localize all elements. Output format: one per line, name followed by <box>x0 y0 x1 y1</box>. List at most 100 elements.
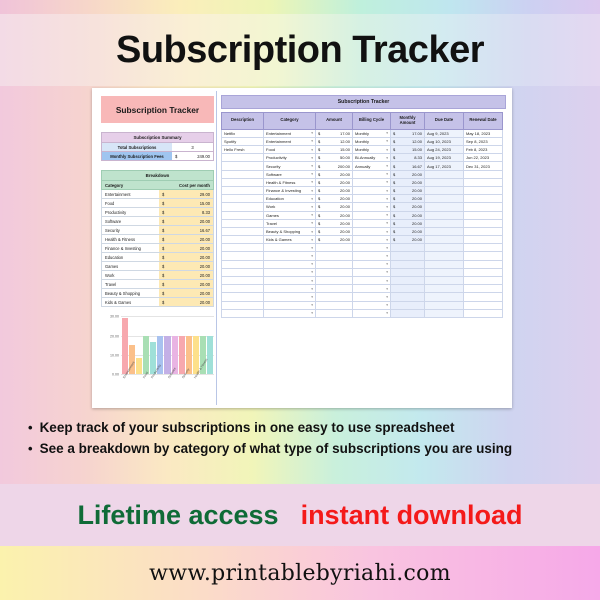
chevron-down-icon[interactable]: ▾ <box>311 270 313 274</box>
currency-symbol: $ <box>393 237 396 243</box>
col-monthly-amount: Monthly Amount <box>390 112 425 130</box>
chevron-down-icon[interactable]: ▾ <box>311 164 313 168</box>
chevron-down-icon[interactable]: ▾ <box>386 221 388 225</box>
amount-value: 20.00 <box>339 204 350 210</box>
chevron-down-icon[interactable]: ▾ <box>311 205 313 209</box>
chevron-down-icon[interactable]: ▾ <box>311 156 313 160</box>
currency-symbol: $ <box>393 179 396 185</box>
breakdown-bar-chart: 0.00 10.00 20.00 30.00 Entertainment Food Pro… <box>101 314 329 410</box>
cell-description <box>221 276 264 286</box>
chevron-down-icon[interactable]: ▾ <box>386 180 388 184</box>
chevron-down-icon[interactable]: ▾ <box>386 156 388 160</box>
cell-due-date <box>424 308 464 318</box>
chevron-down-icon[interactable]: ▾ <box>311 221 313 225</box>
table-row: Security ▾ $200.00 Annually ▾ $16.67 Aug 17, 2… <box>221 161 503 171</box>
chevron-down-icon[interactable]: ▾ <box>311 131 313 135</box>
chevron-down-icon[interactable]: ▾ <box>386 246 388 250</box>
cell-renewal-date <box>463 169 503 179</box>
cell-amount <box>315 284 353 294</box>
cell-description <box>221 202 264 212</box>
cost-value: 20.00 <box>199 290 210 296</box>
chevron-down-icon[interactable]: ▾ <box>311 180 313 184</box>
chevron-down-icon[interactable]: ▾ <box>311 279 313 283</box>
chevron-down-icon[interactable]: ▾ <box>386 139 388 143</box>
currency-symbol: $ <box>162 263 165 269</box>
breakdown-header-row: Category Cost per month <box>101 181 214 191</box>
chevron-down-icon[interactable]: ▾ <box>386 311 388 315</box>
chevron-down-icon[interactable]: ▾ <box>311 172 313 176</box>
chevron-down-icon[interactable]: ▾ <box>386 230 388 234</box>
chevron-down-icon[interactable]: ▾ <box>311 238 313 242</box>
chevron-down-icon[interactable]: ▾ <box>386 238 388 242</box>
chevron-down-icon[interactable]: ▾ <box>311 246 313 250</box>
chevron-down-icon[interactable]: ▾ <box>311 254 313 258</box>
breakdown-row: Finance & Investing $20.00 <box>101 244 214 254</box>
chevron-down-icon[interactable]: ▾ <box>386 205 388 209</box>
chevron-down-icon[interactable]: ▾ <box>311 139 313 143</box>
amount-value: 17.00 <box>339 130 350 136</box>
chevron-down-icon[interactable]: ▾ <box>311 262 313 266</box>
currency-symbol: $ <box>318 204 321 210</box>
cell-billing-cycle: ▾ <box>352 218 391 228</box>
currency-symbol: $ <box>393 229 396 234</box>
summary-row-total: Total Subscriptions 3 <box>101 143 214 152</box>
cell-category: Finance & Investing ▾ <box>263 185 316 196</box>
chevron-down-icon[interactable]: ▾ <box>386 131 388 135</box>
cell-due-date <box>424 259 464 269</box>
chevron-down-icon[interactable]: ▾ <box>311 303 313 307</box>
cell-description <box>221 267 264 278</box>
chevron-down-icon[interactable]: ▾ <box>386 148 388 152</box>
table-row: Finance & Investing ▾ $20.00 ▾ $20.00 <box>221 185 503 196</box>
cell-category: Travel ▾ <box>263 218 316 228</box>
cell-description <box>221 194 264 204</box>
chevron-down-icon[interactable]: ▾ <box>386 164 388 168</box>
currency-symbol: $ <box>162 254 165 260</box>
cell-billing-cycle: ▾ <box>352 243 391 253</box>
breakdown-cell-cost: $20.00 <box>159 271 213 280</box>
chevron-down-icon[interactable]: ▾ <box>311 148 313 152</box>
cell-renewal-date <box>463 292 503 302</box>
cell-category: ▾ <box>263 300 316 310</box>
col-amount: Amount <box>315 112 353 130</box>
breakdown-cell-cost: $20.00 <box>159 262 213 271</box>
chevron-down-icon[interactable]: ▾ <box>386 197 388 201</box>
chevron-down-icon[interactable]: ▾ <box>311 230 313 234</box>
breakdown-cell-cost: $15.00 <box>159 199 213 208</box>
chevron-down-icon[interactable]: ▾ <box>311 189 313 193</box>
currency-symbol: $ <box>162 245 165 251</box>
amount-value: 8.33 <box>414 155 422 161</box>
chevron-down-icon[interactable]: ▾ <box>386 262 388 266</box>
cell-due-date <box>424 226 464 237</box>
chevron-down-icon[interactable]: ▾ <box>386 254 388 258</box>
cell-renewal-date <box>463 276 503 286</box>
table-row: Work ▾ $20.00 ▾ $20.00 <box>221 202 503 212</box>
cell-billing-cycle: ▾ <box>352 202 391 212</box>
website-url: www.printablebyriahi.com <box>149 560 451 586</box>
cell-billing-cycle: ▾ <box>352 267 391 278</box>
chevron-down-icon[interactable]: ▾ <box>311 287 313 291</box>
summary-value-fees: $ 249.00 <box>172 152 213 160</box>
chevron-down-icon[interactable]: ▾ <box>311 311 313 315</box>
breakdown-cell-cost: $20.00 <box>159 298 213 307</box>
cell-due-date: Aug 24, 2023 <box>424 145 464 155</box>
chevron-down-icon[interactable]: ▾ <box>386 303 388 307</box>
col-renewal-date: Renewal Date <box>463 112 503 130</box>
chevron-down-icon[interactable]: ▾ <box>311 197 313 201</box>
cell-monthly-amount <box>390 267 425 278</box>
breakdown-cell-category: Entertainment <box>102 190 159 199</box>
chevron-down-icon[interactable]: ▾ <box>386 295 388 299</box>
chevron-down-icon[interactable]: ▾ <box>386 172 388 176</box>
chevron-down-icon[interactable]: ▾ <box>386 189 388 193</box>
chevron-down-icon[interactable]: ▾ <box>311 213 313 217</box>
col-description: Description <box>221 112 264 130</box>
chevron-down-icon[interactable]: ▾ <box>386 213 388 217</box>
currency-symbol: $ <box>162 299 165 305</box>
chevron-down-icon[interactable]: ▾ <box>386 270 388 274</box>
currency-symbol: $ <box>162 236 165 242</box>
chevron-down-icon[interactable]: ▾ <box>386 279 388 283</box>
currency-symbol: $ <box>162 200 165 206</box>
table-row: Netflix Entertainment ▾ $17.00 Monthly ▾ $17.0… <box>221 128 503 138</box>
chevron-down-icon[interactable]: ▾ <box>311 295 313 299</box>
breakdown-cell-cost: $20.00 <box>159 235 213 244</box>
chevron-down-icon[interactable]: ▾ <box>386 287 388 291</box>
